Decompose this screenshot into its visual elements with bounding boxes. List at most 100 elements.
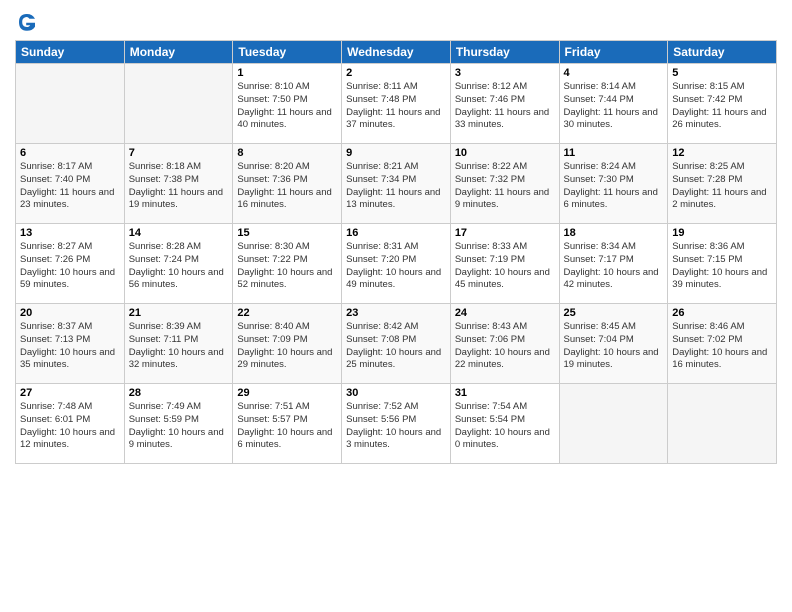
- day-number: 25: [564, 307, 664, 319]
- day-info: Sunrise: 8:46 AMSunset: 7:02 PMDaylight:…: [672, 321, 772, 372]
- day-info: Sunrise: 8:43 AMSunset: 7:06 PMDaylight:…: [455, 321, 555, 372]
- calendar-cell: 17 Sunrise: 8:33 AMSunset: 7:19 PMDayligh…: [450, 224, 559, 304]
- day-number: 30: [346, 387, 446, 399]
- day-info: Sunrise: 8:24 AMSunset: 7:30 PMDaylight:…: [564, 161, 664, 212]
- day-info: Sunrise: 8:15 AMSunset: 7:42 PMDaylight:…: [672, 81, 772, 132]
- day-info: Sunrise: 7:51 AMSunset: 5:57 PMDaylight:…: [237, 401, 337, 452]
- day-number: 19: [672, 227, 772, 239]
- day-info: Sunrise: 8:39 AMSunset: 7:11 PMDaylight:…: [129, 321, 229, 372]
- day-info: Sunrise: 7:54 AMSunset: 5:54 PMDaylight:…: [455, 401, 555, 452]
- day-info: Sunrise: 7:49 AMSunset: 5:59 PMDaylight:…: [129, 401, 229, 452]
- day-header-friday: Friday: [559, 41, 668, 64]
- day-info: Sunrise: 8:31 AMSunset: 7:20 PMDaylight:…: [346, 241, 446, 292]
- day-number: 10: [455, 147, 555, 159]
- day-header-sunday: Sunday: [16, 41, 125, 64]
- day-number: 21: [129, 307, 229, 319]
- day-info: Sunrise: 7:52 AMSunset: 5:56 PMDaylight:…: [346, 401, 446, 452]
- day-info: Sunrise: 8:22 AMSunset: 7:32 PMDaylight:…: [455, 161, 555, 212]
- calendar-cell: 23Sunrise: 8:42 AMSunset: 7:08 PMDayligh…: [342, 304, 451, 384]
- calendar-cell: 25Sunrise: 8:45 AMSunset: 7:04 PMDayligh…: [559, 304, 668, 384]
- calendar-table: SundayMondayTuesdayWednesdayThursdayFrid…: [15, 40, 777, 464]
- calendar-cell: 16 Sunrise: 8:31 AMSunset: 7:20 PMDayligh…: [342, 224, 451, 304]
- day-header-saturday: Saturday: [668, 41, 777, 64]
- calendar-cell: [559, 384, 668, 464]
- page-container: SundayMondayTuesdayWednesdayThursdayFrid…: [0, 0, 792, 469]
- calendar-cell: 31 Sunrise: 7:54 AMSunset: 5:54 PMDayligh…: [450, 384, 559, 464]
- day-info: Sunrise: 8:12 AMSunset: 7:46 PMDaylight:…: [455, 81, 555, 132]
- day-info: Sunrise: 8:34 AMSunset: 7:17 PMDaylight:…: [564, 241, 664, 292]
- calendar-cell: 3 Sunrise: 8:12 AMSunset: 7:46 PMDaylight…: [450, 64, 559, 144]
- day-info: Sunrise: 8:18 AMSunset: 7:38 PMDaylight:…: [129, 161, 229, 212]
- calendar-cell: 29 Sunrise: 7:51 AMSunset: 5:57 PMDayligh…: [233, 384, 342, 464]
- day-info: Sunrise: 8:33 AMSunset: 7:19 PMDaylight:…: [455, 241, 555, 292]
- day-info: Sunrise: 8:17 AMSunset: 7:40 PMDaylight:…: [20, 161, 120, 212]
- day-info: Sunrise: 7:48 AMSunset: 6:01 PMDaylight:…: [20, 401, 120, 452]
- calendar-cell: 11 Sunrise: 8:24 AMSunset: 7:30 PMDayligh…: [559, 144, 668, 224]
- day-number: 3: [455, 67, 555, 79]
- calendar-cell: [16, 64, 125, 144]
- calendar-cell: 20 Sunrise: 8:37 AMSunset: 7:13 PMDayligh…: [16, 304, 125, 384]
- logo: [15, 10, 43, 34]
- day-number: 7: [129, 147, 229, 159]
- calendar-cell: 5 Sunrise: 8:15 AMSunset: 7:42 PMDaylight…: [668, 64, 777, 144]
- calendar-cell: 4 Sunrise: 8:14 AMSunset: 7:44 PMDaylight…: [559, 64, 668, 144]
- header: [15, 10, 777, 34]
- day-number: 31: [455, 387, 555, 399]
- week-row-5: 27 Sunrise: 7:48 AMSunset: 6:01 PMDayligh…: [16, 384, 777, 464]
- calendar-cell: [668, 384, 777, 464]
- day-info: Sunrise: 8:30 AMSunset: 7:22 PMDaylight:…: [237, 241, 337, 292]
- week-row-1: 1 Sunrise: 8:10 AMSunset: 7:50 PMDaylight…: [16, 64, 777, 144]
- day-info: Sunrise: 8:40 AMSunset: 7:09 PMDaylight:…: [237, 321, 337, 372]
- day-number: 1: [237, 67, 337, 79]
- calendar-cell: 6Sunrise: 8:17 AMSunset: 7:40 PMDaylight…: [16, 144, 125, 224]
- week-row-2: 6Sunrise: 8:17 AMSunset: 7:40 PMDaylight…: [16, 144, 777, 224]
- day-header-wednesday: Wednesday: [342, 41, 451, 64]
- day-info: Sunrise: 8:27 AMSunset: 7:26 PMDaylight:…: [20, 241, 120, 292]
- day-info: Sunrise: 8:28 AMSunset: 7:24 PMDaylight:…: [129, 241, 229, 292]
- calendar-cell: 12 Sunrise: 8:25 AMSunset: 7:28 PMDayligh…: [668, 144, 777, 224]
- day-number: 17: [455, 227, 555, 239]
- logo-icon: [15, 10, 39, 34]
- day-number: 15: [237, 227, 337, 239]
- day-number: 5: [672, 67, 772, 79]
- day-number: 29: [237, 387, 337, 399]
- day-number: 27: [20, 387, 120, 399]
- calendar-cell: 22Sunrise: 8:40 AMSunset: 7:09 PMDayligh…: [233, 304, 342, 384]
- day-number: 9: [346, 147, 446, 159]
- day-header-tuesday: Tuesday: [233, 41, 342, 64]
- day-number: 4: [564, 67, 664, 79]
- calendar-cell: 21 Sunrise: 8:39 AMSunset: 7:11 PMDayligh…: [124, 304, 233, 384]
- day-number: 11: [564, 147, 664, 159]
- day-number: 18: [564, 227, 664, 239]
- calendar-cell: 7 Sunrise: 8:18 AMSunset: 7:38 PMDaylight…: [124, 144, 233, 224]
- day-number: 16: [346, 227, 446, 239]
- day-header-thursday: Thursday: [450, 41, 559, 64]
- day-number: 14: [129, 227, 229, 239]
- calendar-cell: 1 Sunrise: 8:10 AMSunset: 7:50 PMDaylight…: [233, 64, 342, 144]
- calendar-cell: 9 Sunrise: 8:21 AMSunset: 7:34 PMDaylight…: [342, 144, 451, 224]
- day-header-monday: Monday: [124, 41, 233, 64]
- day-info: Sunrise: 8:11 AMSunset: 7:48 PMDaylight:…: [346, 81, 446, 132]
- calendar-cell: 14 Sunrise: 8:28 AMSunset: 7:24 PMDayligh…: [124, 224, 233, 304]
- day-number: 20: [20, 307, 120, 319]
- day-number: 8: [237, 147, 337, 159]
- day-info: Sunrise: 8:37 AMSunset: 7:13 PMDaylight:…: [20, 321, 120, 372]
- day-info: Sunrise: 8:25 AMSunset: 7:28 PMDaylight:…: [672, 161, 772, 212]
- day-info: Sunrise: 8:14 AMSunset: 7:44 PMDaylight:…: [564, 81, 664, 132]
- day-info: Sunrise: 8:10 AMSunset: 7:50 PMDaylight:…: [237, 81, 337, 132]
- calendar-cell: [124, 64, 233, 144]
- calendar-cell: 18 Sunrise: 8:34 AMSunset: 7:17 PMDayligh…: [559, 224, 668, 304]
- week-row-3: 13Sunrise: 8:27 AMSunset: 7:26 PMDayligh…: [16, 224, 777, 304]
- calendar-cell: 2 Sunrise: 8:11 AMSunset: 7:48 PMDaylight…: [342, 64, 451, 144]
- day-number: 26: [672, 307, 772, 319]
- day-info: Sunrise: 8:36 AMSunset: 7:15 PMDaylight:…: [672, 241, 772, 292]
- day-info: Sunrise: 8:21 AMSunset: 7:34 PMDaylight:…: [346, 161, 446, 212]
- day-number: 23: [346, 307, 446, 319]
- day-number: 12: [672, 147, 772, 159]
- calendar-cell: 30 Sunrise: 7:52 AMSunset: 5:56 PMDayligh…: [342, 384, 451, 464]
- day-number: 2: [346, 67, 446, 79]
- week-row-4: 20 Sunrise: 8:37 AMSunset: 7:13 PMDayligh…: [16, 304, 777, 384]
- calendar-cell: 27 Sunrise: 7:48 AMSunset: 6:01 PMDayligh…: [16, 384, 125, 464]
- calendar-cell: 26 Sunrise: 8:46 AMSunset: 7:02 PMDayligh…: [668, 304, 777, 384]
- calendar-cell: 8Sunrise: 8:20 AMSunset: 7:36 PMDaylight…: [233, 144, 342, 224]
